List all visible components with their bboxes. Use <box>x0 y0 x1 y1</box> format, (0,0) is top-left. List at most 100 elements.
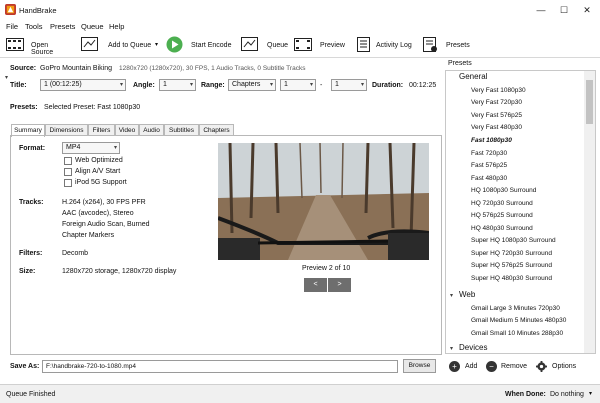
presets-toolbar-label: Presets <box>446 42 470 49</box>
preset-item[interactable]: Fast 576p25 <box>471 162 507 169</box>
title-value: 1 (00:12:25) <box>44 81 82 88</box>
track-line: AAC (avcodec), Stereo <box>62 210 134 217</box>
preset-item[interactable]: Very Fast 480p30 <box>471 124 522 131</box>
save-as-label: Save As: <box>10 363 40 370</box>
preview-frame-image <box>218 143 429 260</box>
preset-item[interactable]: HQ 720p30 Surround <box>471 200 533 207</box>
align-av-checkbox[interactable] <box>64 168 72 176</box>
menu-file[interactable]: File <box>6 22 18 31</box>
source-info: 1280x720 (1280x720), 30 FPS, 1 Audio Tra… <box>119 65 306 72</box>
remove-preset-icon[interactable]: − <box>486 361 497 372</box>
ipod-support-checkbox[interactable] <box>64 179 72 187</box>
chevron-down-icon[interactable]: ▾ <box>589 390 592 397</box>
title-dropdown[interactable]: 1 (00:12:25) ▾ <box>40 79 126 91</box>
angle-dropdown[interactable]: 1 ▾ <box>159 79 196 91</box>
preset-item[interactable]: Very Fast 576p25 <box>471 112 522 119</box>
collapse-icon[interactable]: ▾ <box>5 74 8 81</box>
preset-item[interactable]: Very Fast 720p30 <box>471 99 522 106</box>
preset-item[interactable]: Super HQ 720p30 Surround <box>471 250 552 257</box>
range-dash: - <box>320 82 323 89</box>
save-path-input[interactable]: F:\handbrake-720-to-1080.mp4 <box>42 360 398 373</box>
preset-item[interactable]: Gmail Medium 5 Minutes 480p30 <box>471 317 566 324</box>
presets-toolbar-button[interactable]: Presets <box>421 36 470 54</box>
format-value: MP4 <box>66 144 81 151</box>
status-bar: Queue Finished When Done: Do nothing ▾ <box>0 384 600 403</box>
preview-film-icon <box>294 38 312 51</box>
activity-log-button[interactable]: Activity Log <box>354 36 414 54</box>
menu-bar: File Tools Presets Queue Help <box>0 20 600 33</box>
menu-presets[interactable]: Presets <box>50 22 75 31</box>
presets-panel-title: Presets <box>448 60 472 67</box>
range-end-dropdown[interactable]: 1 ▾ <box>331 79 367 91</box>
preview-button[interactable]: Preview <box>294 36 349 54</box>
preset-item[interactable]: Gmail Small 10 Minutes 288p30 <box>471 330 563 337</box>
status-text: Queue Finished <box>6 391 56 398</box>
add-preset-icon[interactable]: + <box>449 361 460 372</box>
close-button[interactable]: ✕ <box>578 3 596 17</box>
start-encode-button[interactable]: Start Encode <box>166 36 234 54</box>
range-start-dropdown[interactable]: 1 ▾ <box>280 79 316 91</box>
collapse-icon[interactable]: ▾ <box>450 345 453 352</box>
queue-label: Queue <box>267 42 289 49</box>
preset-item[interactable]: Super HQ 576p25 Surround <box>471 262 552 269</box>
source-name: GoPro Mountain Biking <box>40 65 112 72</box>
when-done-label: When Done: <box>505 391 546 398</box>
when-done-dropdown[interactable]: Do nothing <box>550 391 584 398</box>
chevron-down-icon: ▾ <box>189 82 193 88</box>
activity-log-label: Activity Log <box>376 42 412 49</box>
queue-button[interactable]: Queue <box>241 36 289 54</box>
preset-item[interactable]: Super HQ 480p30 Surround <box>471 275 552 282</box>
presets-label: Presets: <box>10 104 38 111</box>
range-value: Chapters <box>232 81 261 88</box>
range-start-value: 1 <box>284 81 288 88</box>
preset-group-general[interactable]: General <box>459 72 487 81</box>
maximize-button[interactable]: ☐ <box>555 3 573 17</box>
add-to-queue-button[interactable]: Add to Queue ▾ <box>81 36 161 54</box>
preset-item-selected[interactable]: Fast 1080p30 <box>471 137 512 144</box>
menu-queue[interactable]: Queue <box>81 22 104 31</box>
minimize-button[interactable]: — <box>532 3 550 17</box>
add-preset-button[interactable]: Add <box>465 363 477 370</box>
track-line: H.264 (x264), 30 FPS PFR <box>62 199 146 206</box>
presets-icon <box>423 37 437 52</box>
selected-preset-text: Selected Preset: Fast 1080p30 <box>44 104 141 111</box>
preview-prev-button[interactable]: < <box>304 278 327 292</box>
preset-item[interactable]: Fast 720p30 <box>471 150 507 157</box>
gear-icon[interactable] <box>536 361 547 372</box>
preset-item[interactable]: HQ 480p30 Surround <box>471 225 533 232</box>
presets-scroll-thumb[interactable] <box>586 80 593 124</box>
format-dropdown[interactable]: MP4 ▾ <box>62 142 120 154</box>
preview-next-button[interactable]: > <box>328 278 351 292</box>
chevron-down-icon: ▾ <box>360 82 364 88</box>
preset-group-web[interactable]: Web <box>459 290 475 299</box>
preset-options-button[interactable]: Options <box>552 363 576 370</box>
browse-button[interactable]: Browse <box>403 359 436 373</box>
collapse-icon[interactable]: ▾ <box>450 292 453 299</box>
activity-log-icon <box>357 37 370 52</box>
chevron-down-icon: ▾ <box>269 82 273 88</box>
source-label: Source: <box>10 65 37 72</box>
toolbar-divider <box>0 57 600 58</box>
size-value: 1280x720 storage, 1280x720 display <box>62 268 177 275</box>
ipod-support-label: iPod 5G Support <box>75 179 127 186</box>
web-optimized-checkbox[interactable] <box>64 157 72 165</box>
preset-item[interactable]: Fast 480p30 <box>471 175 507 182</box>
preview-caption: Preview 2 of 10 <box>302 265 351 272</box>
open-source-button[interactable]: Open Source <box>6 36 68 56</box>
range-dropdown[interactable]: Chapters ▾ <box>228 79 276 91</box>
preset-item[interactable]: Very Fast 1080p30 <box>471 87 526 94</box>
preview-image <box>218 143 429 260</box>
menu-help[interactable]: Help <box>109 22 124 31</box>
play-icon <box>166 36 183 53</box>
add-to-queue-label: Add to Queue <box>108 42 152 49</box>
preset-item[interactable]: HQ 576p25 Surround <box>471 212 533 219</box>
menu-tools[interactable]: Tools <box>25 22 43 31</box>
preset-item[interactable]: HQ 1080p30 Surround <box>471 187 536 194</box>
preset-item[interactable]: Gmail Large 3 Minutes 720p30 <box>471 305 560 312</box>
open-source-label: Open Source <box>31 42 54 56</box>
track-line: Chapter Markers <box>62 232 115 239</box>
chevron-down-icon: ▾ <box>113 145 117 151</box>
remove-preset-button[interactable]: Remove <box>501 363 527 370</box>
preset-group-devices[interactable]: Devices <box>459 343 487 352</box>
preset-item[interactable]: Super HQ 1080p30 Surround <box>471 237 556 244</box>
